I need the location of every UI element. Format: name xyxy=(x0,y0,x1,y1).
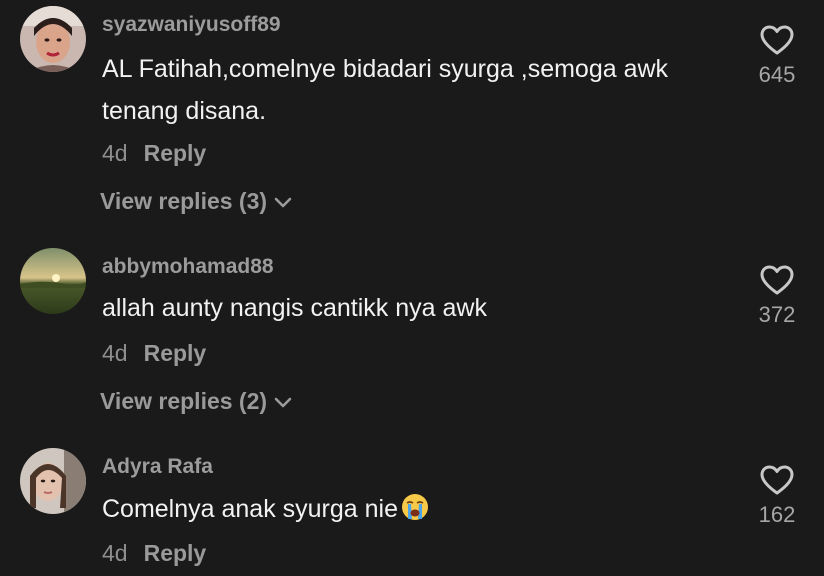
comment-username[interactable]: abbymohamad88 xyxy=(102,255,274,279)
comment-timestamp: 4d xyxy=(102,340,128,366)
comment-meta: 4d Reply xyxy=(102,140,206,167)
loudly-crying-face-emoji xyxy=(402,494,428,520)
comment-text: allah aunty nangis cantikk nya awk xyxy=(102,294,487,322)
comment-timestamp: 4d xyxy=(102,140,128,166)
reply-button[interactable]: Reply xyxy=(144,140,207,166)
avatar[interactable] xyxy=(20,448,86,514)
view-replies-label: View replies (2) xyxy=(100,388,268,414)
comment-username[interactable]: syazwaniyusoff89 xyxy=(102,13,281,37)
view-replies-button[interactable]: View replies (2) xyxy=(100,388,293,415)
like-control: 372 xyxy=(752,264,802,328)
comment-item: syazwaniyusoff89 AL Fatihah,comelnye bid… xyxy=(0,0,824,230)
comment-timestamp: 4d xyxy=(102,540,128,566)
heart-outline-icon[interactable] xyxy=(759,24,795,56)
comment-text: AL Fatihah,comelnye bidadari syurga ,sem… xyxy=(102,55,669,125)
like-control: 645 xyxy=(752,24,802,88)
comment-item: Adyra Rafa Comelnya anak syurga nie 4d Re… xyxy=(0,430,824,576)
comment-text-content: Comelnya anak syurga nie xyxy=(102,495,398,523)
comment-meta: 4d Reply xyxy=(102,540,206,567)
view-replies-button[interactable]: View replies (3) xyxy=(100,188,293,215)
comment-username[interactable]: Adyra Rafa xyxy=(102,455,213,479)
like-count: 162 xyxy=(758,502,796,527)
chevron-down-icon xyxy=(274,397,292,408)
like-control: 162 xyxy=(752,464,802,528)
like-count: 372 xyxy=(758,302,796,327)
avatar[interactable] xyxy=(20,248,86,314)
view-replies-label: View replies (3) xyxy=(100,188,268,214)
comment-text: Comelnya anak syurga nie xyxy=(102,488,722,530)
comment-item: abbymohamad88 allah aunty nangis cantikk… xyxy=(0,230,824,430)
comment-meta: 4d Reply xyxy=(102,340,206,367)
chevron-down-icon xyxy=(274,197,292,208)
reply-button[interactable]: Reply xyxy=(144,340,207,366)
heart-outline-icon[interactable] xyxy=(759,464,795,496)
avatar[interactable] xyxy=(20,6,86,72)
like-count: 645 xyxy=(758,62,796,87)
reply-button[interactable]: Reply xyxy=(144,540,207,566)
heart-outline-icon[interactable] xyxy=(759,264,795,296)
